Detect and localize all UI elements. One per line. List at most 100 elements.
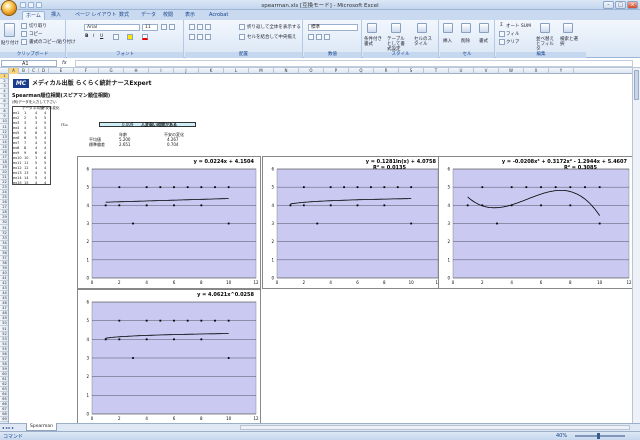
format-cells-button[interactable]: 書式	[479, 38, 488, 44]
fill-button[interactable]: フィル	[506, 31, 519, 37]
scroll-thumb[interactable]	[634, 70, 639, 100]
minimize-button[interactable]: –	[603, 1, 614, 9]
x-tick-label: 6	[173, 416, 176, 421]
align-bottom-icon[interactable]	[205, 24, 211, 30]
paste-icon[interactable]	[4, 23, 15, 37]
borders-icon[interactable]	[113, 34, 119, 40]
name-box[interactable]: A1	[1, 60, 57, 67]
zoom-level: 40%	[556, 433, 568, 439]
office-button[interactable]	[1, 0, 17, 16]
autosum-button[interactable]: オート SUM	[506, 23, 531, 29]
horizontal-scrollbar[interactable]	[240, 425, 630, 430]
data-point	[200, 186, 203, 189]
font-group: Arial 11 B I U フォント	[67, 20, 184, 58]
find-select-button[interactable]: 検索と選択	[560, 37, 582, 47]
grow-font-icon[interactable]	[161, 24, 167, 30]
tab-1[interactable]: 挿入	[48, 11, 64, 20]
tab-7[interactable]: Acrobat	[206, 11, 231, 20]
maximize-button[interactable]: □	[615, 1, 626, 9]
x-tick-label: 0	[276, 280, 279, 285]
copy-button[interactable]: コピー	[29, 31, 43, 37]
undo-icon[interactable]	[28, 2, 34, 8]
data-point	[132, 222, 134, 225]
sort-filter-button[interactable]: 並べ替えとフィルタ	[536, 37, 558, 52]
y-tick-label: 1	[271, 257, 274, 262]
wrap-text-button[interactable]: 折り返して全体を表示する	[247, 24, 301, 30]
tab-2[interactable]: ページ レイアウト	[72, 11, 120, 20]
data-point	[410, 222, 413, 225]
cut-button[interactable]: 切り取り	[29, 23, 47, 29]
data-point	[598, 186, 601, 189]
data-point	[145, 204, 148, 207]
font-name-select[interactable]: Arial	[84, 24, 140, 31]
x-tick-label: 2	[118, 416, 121, 421]
save-icon[interactable]	[20, 2, 26, 8]
delete-cells-button[interactable]: 削除	[461, 38, 470, 44]
data-point	[173, 319, 175, 322]
currency-icon[interactable]	[308, 34, 314, 40]
number-format-select[interactable]: 標準	[308, 24, 358, 31]
row-headers: 1 2 3 4 5 6 7 8 9 10 11 12 13 14 15 16 17 18 19 20 21 22 23 24 2…	[0, 74, 9, 423]
cell-styles-icon	[417, 23, 427, 33]
trendline-equation: y = 0.0224x + 4.1504	[193, 159, 254, 165]
cell-styles-button[interactable]: セルのスタイル	[414, 37, 436, 47]
sort-filter-icon	[540, 23, 550, 33]
tab-3[interactable]: 数式	[116, 11, 132, 20]
data-point	[200, 319, 203, 322]
conditional-format-button[interactable]: 条件付き書式	[364, 37, 384, 47]
chart-3[interactable]: 0 1 2 3 4 5 6 0 2 4 6 8 10 12 y = -0.0208x³ + 0.3172x²…	[438, 156, 632, 289]
zoom-slider[interactable]	[575, 435, 625, 437]
comma-icon[interactable]	[324, 34, 330, 40]
tab-4[interactable]: データ	[138, 11, 159, 20]
ribbon: 貼り付け 切り取り コピー 書式のコピー/貼り付け クリップボード Arial …	[0, 20, 640, 58]
zoom-slider-thumb[interactable]	[597, 433, 600, 439]
publisher-title: メディカル出版 らくらく統計ナースExpert	[32, 80, 152, 87]
formula-input[interactable]	[75, 60, 633, 67]
data-point	[496, 222, 498, 225]
row-header[interactable]: 69	[0, 417, 8, 423]
chart-1[interactable]: 0 1 2 3 4 5 6 0 2 4 6 8 10 12 y = 0.0224x + 4.1504	[77, 156, 261, 289]
clear-button[interactable]: クリア	[506, 39, 520, 45]
sheet-tab-spearman[interactable]: Spearman	[26, 423, 58, 431]
paste-button[interactable]: 貼り付け	[1, 40, 19, 46]
font-size-select[interactable]: 11	[142, 24, 158, 31]
font-group-label: フォント	[67, 52, 183, 58]
insert-cells-button[interactable]: 挿入	[443, 38, 452, 44]
bold-icon[interactable]: B	[85, 34, 88, 39]
r-squared: R² = 0.0135	[372, 165, 406, 171]
redo-icon[interactable]	[36, 2, 42, 8]
data-point	[383, 204, 386, 207]
data-point	[186, 319, 189, 322]
data-point	[173, 338, 175, 341]
row-col-c: 4	[35, 181, 38, 185]
fill-color-icon[interactable]	[127, 34, 133, 40]
tab-5[interactable]: 校閲	[160, 11, 176, 20]
tab-0[interactable]: ホーム	[22, 11, 45, 20]
shrink-font-icon[interactable]	[169, 24, 175, 30]
align-right-icon[interactable]	[205, 34, 211, 40]
data-point	[200, 204, 203, 207]
status-mode: コマンド	[3, 434, 24, 440]
y-tick-label: 1	[86, 257, 89, 262]
tab-6[interactable]: 表示	[182, 11, 198, 20]
close-button[interactable]: ×	[627, 1, 638, 9]
worksheet-grid[interactable]: MC メディカル出版 らくらく統計ナースExpert Spearman順位相関(…	[9, 74, 632, 423]
format-as-table-button[interactable]: テーブルとして書式設定	[387, 37, 409, 52]
percent-icon[interactable]	[316, 34, 322, 40]
vertical-scrollbar[interactable]	[632, 68, 640, 423]
y-tick-label: 2	[86, 374, 89, 379]
font-color-icon[interactable]	[142, 34, 148, 40]
copy-icon	[21, 31, 27, 37]
align-left-icon[interactable]	[189, 34, 195, 40]
italic-icon[interactable]: I	[93, 34, 94, 39]
sheet-nav-arrows[interactable]: ◂ ◂ ▸ ▸	[2, 424, 14, 431]
align-center-icon[interactable]	[197, 34, 203, 40]
underline-icon[interactable]: U	[100, 34, 103, 39]
align-top-icon[interactable]	[189, 24, 195, 30]
row-col-d: 4	[44, 181, 47, 185]
chart-4[interactable]: 0 1 2 3 4 5 6 0 2 4 6 8 10 12 y = 4.0621x^0.0258	[77, 289, 261, 423]
chart-2[interactable]: 0123456024681012y = 0.1281ln(x) + 4.0758…	[262, 156, 443, 289]
insert-function-icon[interactable]: fx	[62, 60, 67, 66]
align-middle-icon[interactable]	[197, 24, 203, 30]
merge-center-button[interactable]: セルを結合して中央揃え	[247, 34, 296, 40]
